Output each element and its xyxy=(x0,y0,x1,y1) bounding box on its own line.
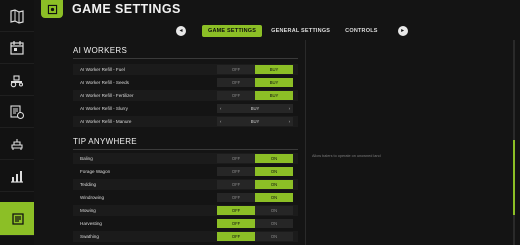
sidebar-item-calendar[interactable] xyxy=(0,32,34,64)
swathing-toggle: OFF ON xyxy=(217,232,293,241)
settings-icon xyxy=(12,212,24,225)
map-icon xyxy=(10,8,24,24)
option-on[interactable]: ON xyxy=(255,232,293,241)
section-divider xyxy=(73,58,298,59)
setting-row-harvesting: Harvesting OFF ON xyxy=(73,218,298,229)
tab-next-button[interactable]: ▸ xyxy=(397,25,408,36)
tedding-toggle: OFF ON xyxy=(217,180,293,189)
settings-logo-icon xyxy=(47,4,57,14)
option-on[interactable]: ON xyxy=(255,180,293,189)
chevron-left-icon[interactable]: ‹ xyxy=(220,106,221,111)
option-buy[interactable]: BUY xyxy=(255,91,293,100)
animals-icon xyxy=(11,138,23,150)
windrowing-toggle: OFF ON xyxy=(217,193,293,202)
option-buy[interactable]: BUY xyxy=(255,78,293,87)
seeds-toggle: OFF BUY xyxy=(217,78,293,87)
option-on[interactable]: ON xyxy=(255,167,293,176)
setting-row-fuel: AI Worker Refill - Fuel OFF BUY xyxy=(73,64,298,75)
setting-label: Tedding xyxy=(80,182,97,187)
setting-row-baling: Baling OFF ON xyxy=(73,153,298,164)
option-off[interactable]: OFF xyxy=(217,180,255,189)
setting-label: AI Worker Refill - Manure xyxy=(80,119,132,124)
option-off[interactable]: OFF xyxy=(217,78,255,87)
setting-row-manure: AI Worker Refill - Manure ‹ BUY › xyxy=(73,116,298,127)
chevron-left-icon[interactable]: ‹ xyxy=(220,119,221,124)
option-off[interactable]: OFF xyxy=(217,232,255,241)
fuel-toggle: OFF BUY xyxy=(217,65,293,74)
option-on[interactable]: ON xyxy=(255,193,293,202)
slurry-selector[interactable]: ‹ BUY › xyxy=(217,104,293,113)
option-off[interactable]: OFF xyxy=(217,154,255,163)
finance-icon xyxy=(10,104,25,119)
tab-bar: ◂ GAME SETTINGS GENERAL SETTINGS CONTROL… xyxy=(176,24,408,37)
setting-row-forage-wagon: Forage Wagon OFF ON xyxy=(73,166,298,177)
forage-wagon-toggle: OFF ON xyxy=(217,167,293,176)
setting-label: Harvesting xyxy=(80,221,102,226)
panel-divider xyxy=(305,40,306,245)
sidebar-item-map[interactable] xyxy=(0,0,34,32)
sidebar-item-statistics[interactable] xyxy=(0,160,34,192)
harvesting-toggle: OFF ON xyxy=(217,219,293,228)
setting-row-mowing: Mowing OFF ON xyxy=(73,205,298,216)
setting-row-tedding: Tedding OFF ON xyxy=(73,179,298,190)
setting-label: AI Worker Refill - Seeds xyxy=(80,80,129,85)
setting-row-windrowing: Windrowing OFF ON xyxy=(73,192,298,203)
section-title-ai-workers: AI WORKERS xyxy=(73,46,128,55)
setting-row-seeds: AI Worker Refill - Seeds OFF BUY xyxy=(73,77,298,88)
sidebar-item-finances[interactable] xyxy=(0,96,34,128)
mowing-toggle: OFF ON xyxy=(217,206,293,215)
setting-label: Baling xyxy=(80,156,93,161)
baling-toggle: OFF ON xyxy=(217,154,293,163)
section-title-tip-anywhere: TIP ANYWHERE xyxy=(73,137,137,146)
selected-value: BUY xyxy=(250,106,260,111)
option-on[interactable]: ON xyxy=(255,219,293,228)
setting-row-fertilizer: AI Worker Refill - Fertilizer OFF BUY xyxy=(73,90,298,101)
setting-label: Mowing xyxy=(80,208,96,213)
settings-list: AI WORKERS AI Worker Refill - Fuel OFF B… xyxy=(73,40,298,245)
option-off[interactable]: OFF xyxy=(217,206,255,215)
setting-label: Forage Wagon xyxy=(80,169,111,174)
setting-label: AI Worker Refill - Slurry xyxy=(80,106,128,111)
setting-label: Swathing xyxy=(80,234,99,239)
manure-selector[interactable]: ‹ BUY › xyxy=(217,117,293,126)
option-off[interactable]: OFF xyxy=(217,219,255,228)
setting-label: AI Worker Refill - Fertilizer xyxy=(80,93,134,98)
sidebar-item-vehicles[interactable] xyxy=(0,64,34,96)
tab-controls[interactable]: CONTROLS xyxy=(339,25,383,37)
setting-row-slurry: AI Worker Refill - Slurry ‹ BUY › xyxy=(73,103,298,114)
sidebar xyxy=(0,0,36,245)
option-off[interactable]: OFF xyxy=(217,65,255,74)
sidebar-item-settings[interactable] xyxy=(0,202,36,236)
option-off[interactable]: OFF xyxy=(217,167,255,176)
tab-game-settings[interactable]: GAME SETTINGS xyxy=(202,24,263,37)
tab-prev-button[interactable]: ◂ xyxy=(176,25,186,36)
option-on[interactable]: ON xyxy=(255,206,293,215)
tab-general-settings[interactable]: GENERAL SETTINGS xyxy=(265,25,336,37)
option-off[interactable]: OFF xyxy=(217,193,255,202)
app-logo xyxy=(41,0,63,18)
setting-label: Windrowing xyxy=(80,195,104,200)
chevron-right-icon[interactable]: › xyxy=(289,106,290,111)
option-off[interactable]: OFF xyxy=(217,91,255,100)
calendar-icon xyxy=(10,40,24,55)
statistics-icon xyxy=(11,170,23,183)
option-on[interactable]: ON xyxy=(255,154,293,163)
scrollbar-thumb[interactable] xyxy=(513,140,515,215)
section-divider xyxy=(73,149,298,150)
fertilizer-toggle: OFF BUY xyxy=(217,91,293,100)
setting-description: Allow balers to operate on unowned land xyxy=(312,154,381,158)
page-title: GAME SETTINGS xyxy=(72,2,181,16)
sidebar-item-animals[interactable] xyxy=(0,128,34,160)
chevron-right-icon[interactable]: › xyxy=(289,119,290,124)
selected-value: BUY xyxy=(250,119,260,124)
setting-row-swathing: Swathing OFF ON xyxy=(73,231,298,242)
setting-label: AI Worker Refill - Fuel xyxy=(80,67,125,72)
tractor-icon xyxy=(10,74,24,87)
option-buy[interactable]: BUY xyxy=(255,65,293,74)
